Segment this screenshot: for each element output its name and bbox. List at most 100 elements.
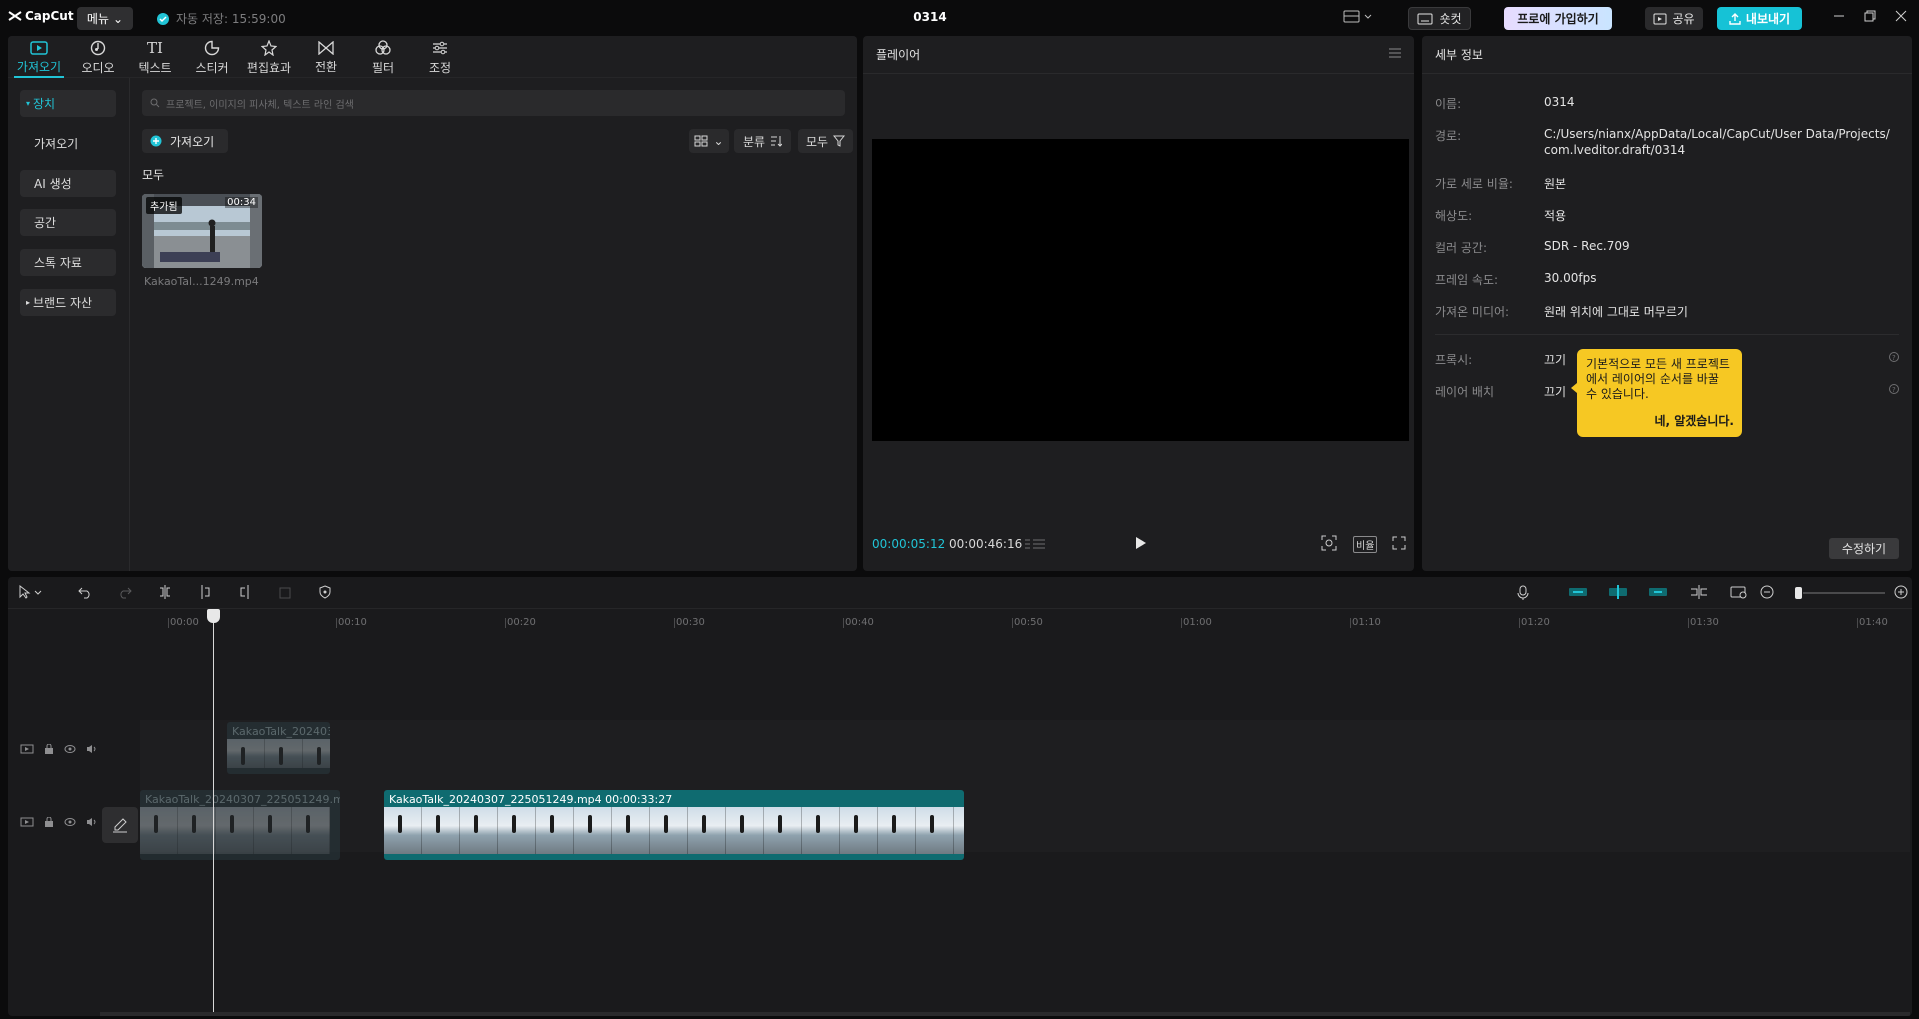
tab-text[interactable]: TI 텍스트 [126,38,184,78]
ghost-clip-main[interactable]: KakaoTalk_20240307_225051249.mp4 00 [140,790,340,860]
tooltip-text: 기본적으로 모든 새 프로젝트에서 레이어의 순서를 바꿀 수 있습니다. [1586,357,1730,401]
edit-button[interactable]: 수정하기 [1829,538,1899,559]
timeline-scrollbar[interactable] [100,1012,1910,1016]
shortcut-label: 숏컷 [1439,12,1462,26]
media-thumbnail[interactable]: 추가됨 00:34 [142,194,262,268]
zoom-in-icon[interactable] [1894,585,1908,599]
sort-button[interactable]: 분류 [734,129,791,153]
undo-icon[interactable] [78,585,92,599]
sidebar-item-label: AI 생성 [34,177,72,191]
import-label: 가져오기 [170,134,215,149]
export-button[interactable]: 내보내기 [1717,7,1802,30]
layout-icon[interactable] [1343,9,1373,25]
ghost-clip-top[interactable]: KakaoTalk_2024030 [227,722,330,774]
link-icon[interactable] [1648,585,1668,599]
close-icon[interactable] [1895,10,1907,22]
main-video-clip[interactable]: KakaoTalk_20240307_225051249.mp4 00:00:3… [384,790,964,860]
zoom-slider-handle[interactable] [1795,587,1802,599]
sidebar-item-stock[interactable]: 스톡 자료 [20,249,116,276]
share-button[interactable]: 공유 [1645,7,1703,30]
sidebar-item-label: 브랜드 자산 [33,296,93,310]
track-controls [20,817,98,827]
playhead-handle[interactable] [207,609,220,623]
fullscreen-icon[interactable] [1392,536,1406,550]
speaker-icon[interactable] [86,817,98,827]
export-label: 내보내기 [1745,12,1791,26]
select-cursor-icon[interactable] [18,585,42,599]
split-icon[interactable] [158,585,172,599]
import-button[interactable]: 가져오기 [142,129,228,153]
timeline-ruler[interactable]: 00:00 00:10 00:20 00:30 00:40 00:50 01:0… [168,613,1910,628]
zoom-slider-track[interactable] [1803,592,1885,594]
ratio-button[interactable]: 비율 [1353,536,1378,553]
minimize-icon[interactable] [1833,10,1845,22]
tab-transition[interactable]: 전환 [297,38,355,78]
svg-text:?: ? [1892,386,1896,394]
track-video-icon[interactable] [20,817,34,827]
player-title: 플레이어 [876,48,921,62]
pro-subscribe-button[interactable]: 프로에 가입하기 [1504,7,1612,30]
detail-label-name: 이름: [1435,97,1462,111]
trim-left-icon[interactable] [198,585,212,599]
eye-icon[interactable] [64,744,76,754]
detail-value-layer: 끄기 [1544,385,1567,399]
sidebar-item-brand-assets[interactable]: ▸ 브랜드 자산 [20,289,116,316]
lock-icon[interactable] [44,817,54,827]
filter-button[interactable]: 모두 [798,129,853,153]
view-mode-button[interactable]: ⌄ [689,129,729,153]
speaker-icon[interactable] [86,744,98,754]
detail-title: 세부 정보 [1435,48,1483,62]
lock-icon[interactable] [44,744,54,754]
app-logo-text: CapCut [25,9,74,23]
shield-icon[interactable] [318,585,332,599]
tab-sticker[interactable]: 스티커 [183,38,241,78]
shortcut-button[interactable]: 숏컷 [1408,7,1471,30]
timeline-list-icon[interactable] [1025,538,1045,550]
eye-icon[interactable] [64,817,76,827]
trim-right-icon[interactable] [238,585,252,599]
cover-edit-button[interactable] [102,807,138,843]
menu-button[interactable]: 메뉴 ⌄ [77,7,133,30]
zoom-out-icon[interactable] [1760,585,1774,599]
section-label: 모두 [142,168,165,182]
playhead-line[interactable] [213,617,214,1012]
ruler-tick: 00:10 [336,617,367,628]
restore-icon[interactable] [1864,10,1876,22]
hamburger-menu-icon[interactable] [1389,48,1401,58]
keyboard-icon [1417,13,1433,24]
chevron-down-icon: ⌄ [713,134,724,148]
help-icon[interactable]: ? [1889,384,1899,394]
preview-axis-icon[interactable] [1690,585,1708,599]
transition-icon [318,41,334,55]
sidebar-item-import[interactable]: 가져오기 [20,130,116,157]
app-logo: CapCut [8,9,74,23]
sidebar-item-label: 장치 [33,97,56,111]
sidebar-item-space[interactable]: 공간 [20,209,116,236]
thumbnail-settings-icon[interactable] [1730,585,1748,599]
auto-snap-icon[interactable] [1608,585,1628,599]
adjust-icon [433,41,447,55]
capcut-logo-icon [8,11,22,21]
play-icon[interactable] [1135,536,1147,550]
microphone-icon[interactable] [1516,585,1530,601]
tab-filter-label: 필터 [371,61,395,75]
tab-adjust[interactable]: 조정 [411,38,469,78]
caret-right-icon: ▸ [26,298,31,307]
pencil-icon [113,818,127,833]
tab-filter[interactable]: 필터 [354,38,412,78]
track-video-icon[interactable] [20,744,34,754]
delete-icon [278,585,292,599]
fit-screen-icon[interactable] [1321,535,1337,551]
tab-audio[interactable]: 오디오 [69,38,127,78]
sidebar-item-ai-generate[interactable]: AI 생성 [20,170,116,197]
tooltip-ok-button[interactable]: 네, 알겠습니다. [1654,414,1734,429]
tab-import[interactable]: 가져오기 [10,38,68,78]
search-input[interactable]: 프로젝트, 이미지의 피사체, 텍스트 라인 검색 [142,90,845,116]
main-track-magnet-icon[interactable] [1568,585,1588,599]
sidebar-item-label: 스톡 자료 [34,256,82,270]
help-icon[interactable]: ? [1889,352,1899,362]
sidebar-item-device[interactable]: ▾ 장치 [20,90,116,117]
video-preview[interactable] [872,139,1409,441]
tab-effects[interactable]: 편집효과 [240,38,298,78]
tab-transition-label: 전환 [314,60,338,74]
